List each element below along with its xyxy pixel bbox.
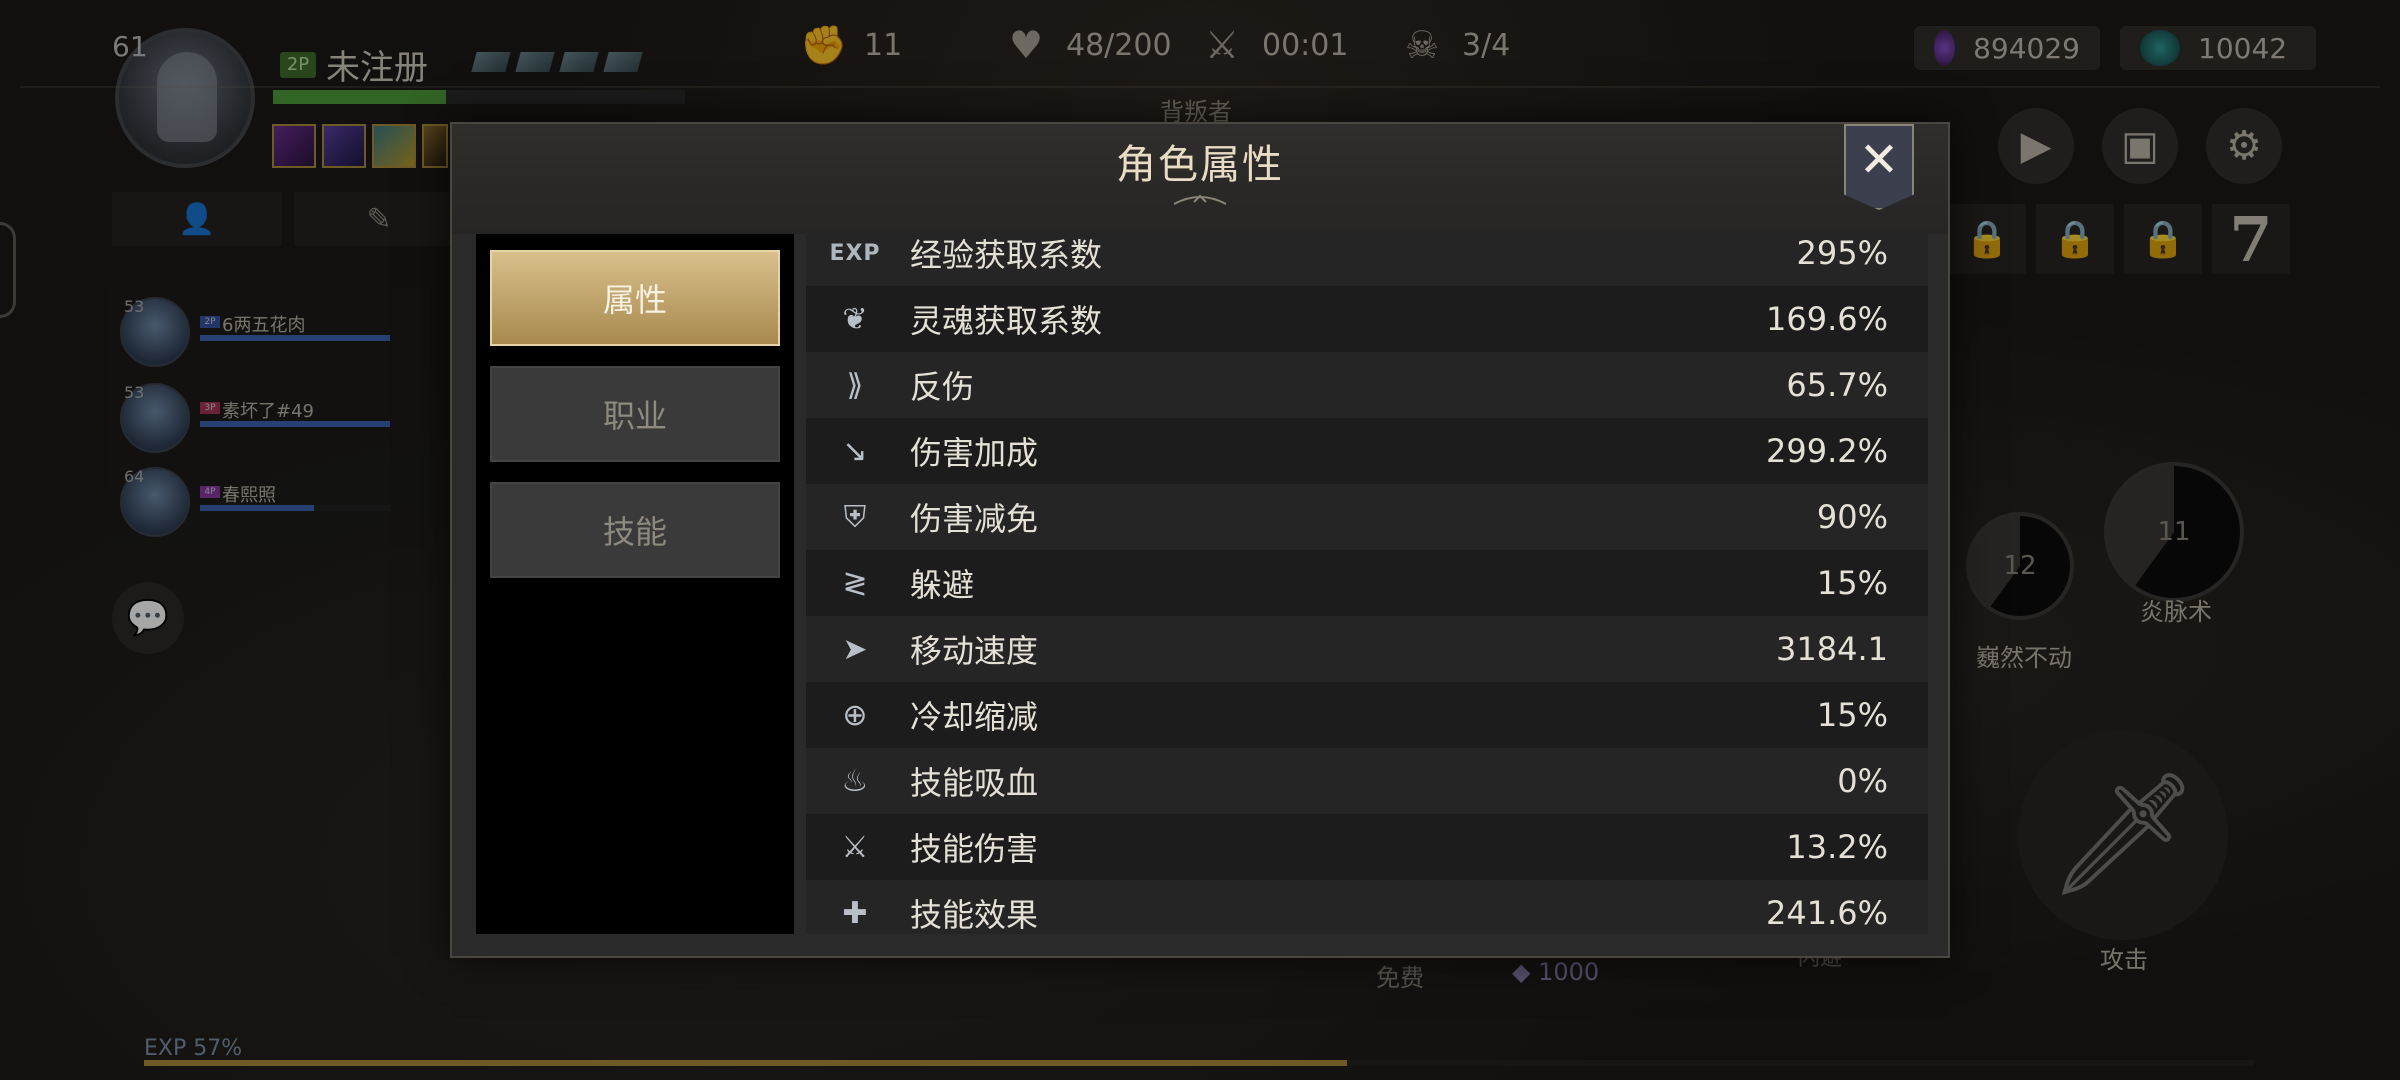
tab-class[interactable]: 职业 [490,366,780,462]
attribute-name: 移动速度 [910,632,1039,670]
dodge-icon: ≷ [842,565,868,601]
modal-header: 角色属性 ✕ [452,124,1948,234]
attribute-row: ⊕ 冷却缩减 15% [806,682,1928,748]
attribute-value: 90% [1816,498,1888,536]
attribute-value: 65.7% [1786,366,1888,404]
tab-attributes[interactable]: 属性 [490,250,780,346]
attribute-row: ≷ 躲避 15% [806,550,1928,616]
close-icon: ✕ [1858,132,1900,188]
cooldown-icon: ⊕ [842,697,868,733]
attribute-row: ➤ 移动速度 3184.1 [806,616,1928,682]
attribute-value: 295% [1796,234,1888,272]
soul-icon: ❦ [842,301,868,337]
attribute-value: 15% [1816,564,1888,602]
attribute-row: ✚ 技能效果 241.6% [806,880,1928,934]
skill-damage-icon: ⚔ [841,829,869,865]
attribute-name: 躲避 [910,566,975,604]
damage-up-icon: ↘ [842,433,868,469]
attribute-row: ❦ 灵魂获取系数 169.6% [806,286,1928,352]
attribute-name: 灵魂获取系数 [910,302,1103,340]
attribute-row: EXP 经验获取系数 295% [806,234,1928,286]
attribute-name: 反伤 [910,368,975,406]
attribute-name: 技能吸血 [910,764,1039,802]
reflect-icon: ⟫ [846,367,864,403]
attribute-value: 241.6% [1765,894,1888,932]
lifesteal-icon: ♨ [841,763,869,799]
attribute-name: 技能伤害 [910,830,1039,868]
attribute-name: 经验获取系数 [910,236,1103,274]
skill-effect-icon: ✚ [842,895,868,931]
attribute-list[interactable]: EXP 经验获取系数 295% ❦ 灵魂获取系数 169.6% ⟫ 反伤 65.7% ↘ 伤害加成 2… [806,234,1928,934]
attribute-row: ⟫ 反伤 65.7% [806,352,1928,418]
attribute-tabs: 属性 职业 技能 [476,234,794,934]
attribute-row: ⛨ 伤害减免 90% [806,484,1928,550]
character-attributes-modal: 角色属性 ✕ 属性 职业 技能 EXP 经验获取系数 295% ❦ 灵魂获取系数 169.… [450,122,1950,958]
attribute-value: 3184.1 [1776,630,1888,668]
attribute-value: 299.2% [1765,432,1888,470]
attribute-row: ⚔ 技能伤害 13.2% [806,814,1928,880]
attribute-name: 冷却缩减 [910,698,1039,736]
attribute-name: 伤害加成 [910,434,1039,472]
shield-icon: ⛨ [843,499,867,535]
attribute-value: 13.2% [1786,828,1888,866]
attribute-value: 15% [1816,696,1888,734]
attribute-row: ↘ 伤害加成 299.2% [806,418,1928,484]
modal-title: 角色属性 [1116,142,1284,188]
attribute-name: 伤害减免 [910,500,1039,538]
boot-icon: ➤ [842,631,868,667]
exp-icon: EXP [829,240,881,266]
attribute-row: ♨ 技能吸血 0% [806,748,1928,814]
attribute-value: 0% [1837,762,1888,800]
attribute-name: 技能效果 [910,896,1039,934]
close-button[interactable]: ✕ [1844,124,1914,210]
attribute-value: 169.6% [1765,300,1888,338]
tab-skills[interactable]: 技能 [490,482,780,578]
title-ornament [1173,194,1227,205]
